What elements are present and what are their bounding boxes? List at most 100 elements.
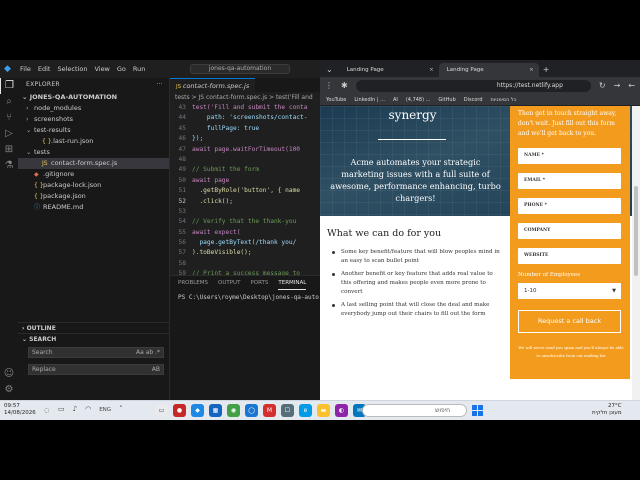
bookmark-inbox[interactable]: (4,748) ... bbox=[406, 97, 431, 103]
command-center-search[interactable]: jones-qa-automation bbox=[190, 64, 290, 74]
search-input[interactable]: Search Aa ab .* bbox=[28, 347, 164, 358]
bookmark-youtube[interactable]: YouTube bbox=[326, 97, 346, 103]
app-icon[interactable]: ▦ bbox=[209, 404, 222, 417]
scrollbar-thumb[interactable] bbox=[634, 186, 638, 276]
tree-item-package-json[interactable]: { }package.json bbox=[18, 191, 169, 202]
tree-item--last-run-json[interactable]: { }.last-run.json bbox=[18, 136, 169, 147]
windows-start-icon[interactable] bbox=[472, 405, 483, 416]
replace-all-button[interactable]: AB bbox=[152, 365, 160, 374]
extensions-icon[interactable]: ⊞ bbox=[0, 142, 18, 158]
language-indicator[interactable]: ENG bbox=[99, 405, 111, 416]
app-icon[interactable]: ◐ bbox=[335, 404, 348, 417]
browser-tab-2[interactable]: Landing Page × bbox=[438, 63, 539, 77]
reload-icon[interactable]: ↻ bbox=[599, 81, 606, 90]
phone-field[interactable]: PHONE * bbox=[518, 198, 621, 214]
menu-edit[interactable]: Edit bbox=[38, 65, 51, 73]
taskbar-search[interactable]: חיפוש bbox=[362, 404, 467, 417]
new-tab-icon[interactable]: + bbox=[539, 65, 554, 77]
code-line[interactable]: 43 test('Fill and submit the conta bbox=[170, 103, 320, 113]
tree-item-package-lock-json[interactable]: { }package-lock.json bbox=[18, 180, 169, 191]
explorer-icon[interactable]: ❐ bbox=[0, 78, 18, 94]
clock[interactable]: 09:57 14/08/2026 bbox=[4, 403, 36, 417]
request-callback-button[interactable]: Request a call back bbox=[518, 310, 621, 333]
code-line[interactable]: 57).toBeVisible(); bbox=[170, 248, 320, 258]
search-icon[interactable]: ⌕ bbox=[0, 94, 18, 110]
back-icon[interactable]: ← bbox=[628, 81, 635, 90]
menu-view[interactable]: View bbox=[94, 65, 109, 73]
tab-output[interactable]: OUTPUT bbox=[218, 276, 240, 290]
code-line[interactable]: 56 page.getByText(/thank you/ bbox=[170, 238, 320, 248]
testing-icon[interactable]: ⚗ bbox=[0, 158, 18, 174]
code-line[interactable]: 52 .click(); bbox=[170, 197, 320, 207]
search-section[interactable]: ⌄ SEARCH bbox=[18, 333, 170, 344]
bookmark-linkedin[interactable]: LinkedIn | ... bbox=[354, 97, 385, 103]
employees-select[interactable]: 1-10 ▼ bbox=[518, 283, 621, 299]
vscode-taskbar-icon[interactable]: ◆ bbox=[191, 404, 204, 417]
browser-tab-1[interactable]: Landing Page × bbox=[339, 63, 439, 77]
code-line[interactable]: 55 await expect( bbox=[170, 228, 320, 238]
search-options[interactable]: Aa ab .* bbox=[136, 348, 160, 357]
code-line[interactable]: 48 bbox=[170, 155, 320, 165]
app-icon[interactable]: ▭ bbox=[155, 404, 168, 417]
close-icon[interactable]: × bbox=[429, 63, 434, 77]
tree-item-tests[interactable]: ⌄ tests bbox=[18, 147, 169, 158]
all-bookmarks[interactable]: כל הסימניות bbox=[491, 97, 517, 103]
breadcrumb[interactable]: tests > JS contact-form.spec.js > test('… bbox=[170, 92, 320, 103]
app-icon[interactable]: ◯ bbox=[245, 404, 258, 417]
code-line[interactable]: 53 bbox=[170, 207, 320, 217]
name-field[interactable]: NAME * bbox=[518, 148, 621, 164]
tab-terminal[interactable]: TERMINAL bbox=[278, 276, 307, 290]
close-icon[interactable]: × bbox=[529, 63, 534, 77]
code-line[interactable]: 58 bbox=[170, 259, 320, 269]
app-icon[interactable]: M bbox=[263, 404, 276, 417]
app-icon[interactable]: ● bbox=[173, 404, 186, 417]
page-scrollbar[interactable] bbox=[632, 106, 640, 400]
extensions-puzzle-icon[interactable]: ✱ bbox=[341, 81, 348, 90]
menu-icon[interactable]: ⋮ bbox=[325, 81, 333, 90]
source-control-icon[interactable]: ⑂ bbox=[0, 110, 18, 126]
volume-icon[interactable]: ♪ bbox=[73, 405, 77, 416]
tab-ports[interactable]: PORTS bbox=[250, 276, 268, 290]
menu-file[interactable]: File bbox=[20, 65, 31, 73]
code-line[interactable]: 45 fullPage: true bbox=[170, 124, 320, 134]
email-field[interactable]: EMAIL * bbox=[518, 173, 621, 189]
replace-input[interactable]: Replace AB bbox=[28, 364, 164, 375]
account-icon[interactable]: ☺ bbox=[0, 368, 18, 379]
code-line[interactable]: 46}); bbox=[170, 134, 320, 144]
address-bar[interactable]: https://test.netlify.app bbox=[355, 79, 591, 92]
notification-icon[interactable]: ◌ bbox=[44, 405, 49, 416]
tab-search-icon[interactable]: ⌄ bbox=[320, 65, 339, 77]
tree-item-contact-form-spec-js[interactable]: JS contact-form.spec.js bbox=[18, 158, 169, 169]
code-lines[interactable]: 43 test('Fill and submit the conta 44 path… bbox=[170, 103, 320, 290]
workspace-root[interactable]: ⌄ JONES-QA-AUTOMATION bbox=[18, 92, 169, 103]
chrome-taskbar-icon[interactable]: ◉ bbox=[227, 404, 240, 417]
code-line[interactable]: 50 await page bbox=[170, 176, 320, 186]
menu-run[interactable]: Run bbox=[133, 65, 145, 73]
wifi-icon[interactable]: ◠ bbox=[85, 405, 91, 416]
weather-widget[interactable]: 27°C מעונן חלקית bbox=[592, 403, 622, 417]
menu-go[interactable]: Go bbox=[117, 65, 126, 73]
bookmark-ai[interactable]: AI bbox=[393, 97, 398, 103]
tab-contact-form-spec[interactable]: JS contact-form.spec.js bbox=[170, 78, 256, 92]
more-actions-icon[interactable]: ··· bbox=[156, 78, 163, 92]
code-line[interactable]: 44 path: 'screenshots/contact- bbox=[170, 113, 320, 123]
menu-selection[interactable]: Selection bbox=[57, 65, 87, 73]
battery-icon[interactable]: ▭ bbox=[58, 405, 65, 416]
tree-item-screenshots[interactable]: › screenshots bbox=[18, 114, 169, 125]
run-debug-icon[interactable]: ▷ bbox=[0, 126, 18, 142]
code-line[interactable]: 51 .getByRole('button', { name bbox=[170, 186, 320, 196]
code-line[interactable]: 49 // Submit the form bbox=[170, 165, 320, 175]
edge-taskbar-icon[interactable]: e bbox=[299, 404, 312, 417]
gear-icon[interactable]: ⚙ bbox=[0, 384, 18, 395]
website-field[interactable]: WEBSITE bbox=[518, 248, 621, 264]
company-field[interactable]: COMPANY bbox=[518, 223, 621, 239]
code-line[interactable]: 47 await page.waitForTimeout(100 bbox=[170, 145, 320, 155]
chevron-up-icon[interactable]: ˄ bbox=[119, 405, 123, 416]
tree-item-readme-md[interactable]: ⓘ README.md bbox=[18, 202, 169, 213]
bookmark-discord[interactable]: Discord bbox=[464, 97, 483, 103]
tree-item--gitignore[interactable]: ◆ .gitignore bbox=[18, 169, 169, 180]
code-line[interactable]: 54 // Verify that the thank-you bbox=[170, 217, 320, 227]
tree-item-node-modules[interactable]: › node_modules bbox=[18, 103, 169, 114]
app-icon[interactable]: ☐ bbox=[281, 404, 294, 417]
tab-problems[interactable]: PROBLEMS bbox=[178, 276, 208, 290]
